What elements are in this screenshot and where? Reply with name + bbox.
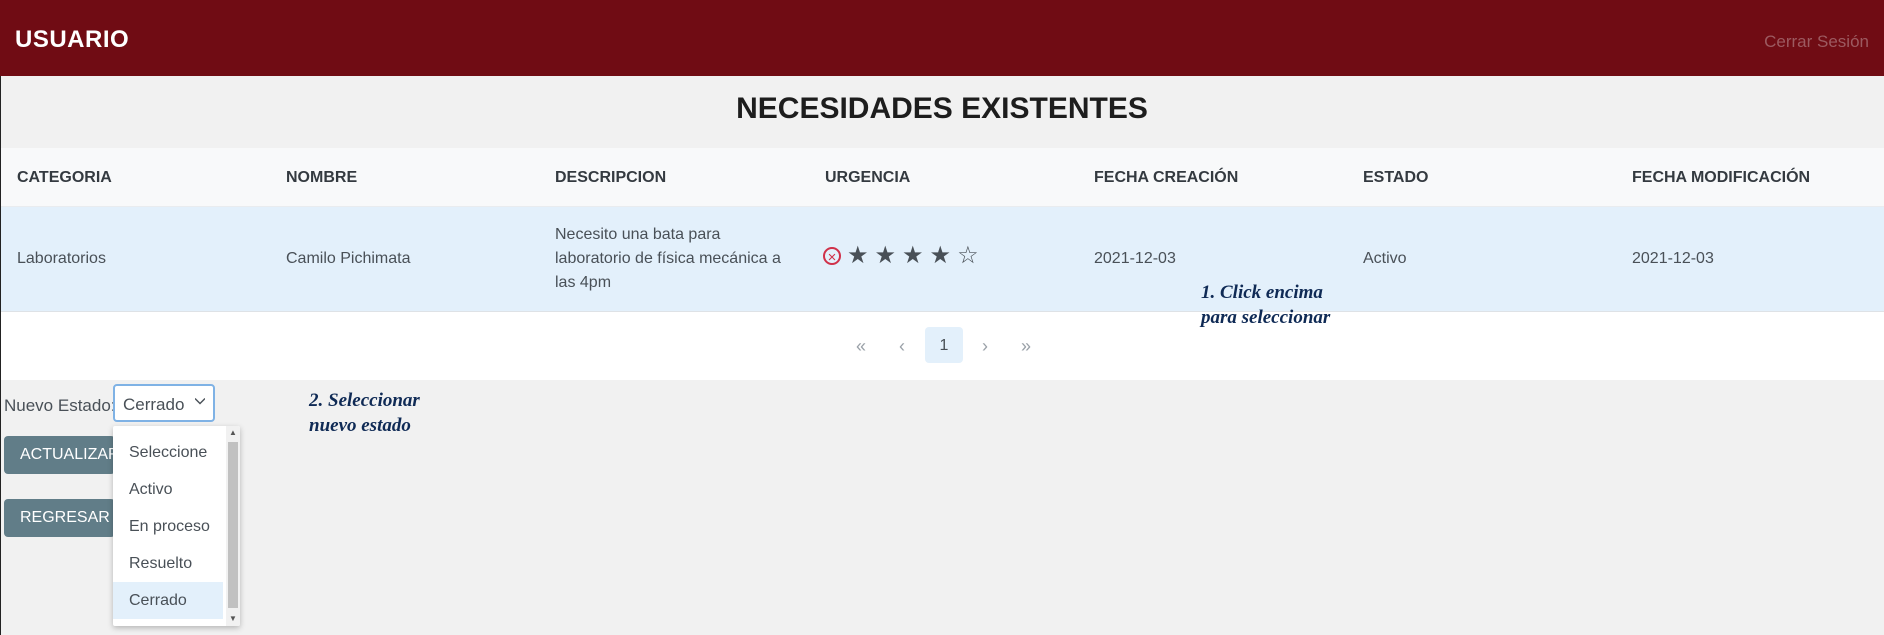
estado-dropdown-list: Seleccione Activo En proceso Resuelto Ce… [113, 426, 240, 626]
dropdown-scrollbar[interactable]: ▲ ▼ [226, 426, 240, 626]
brand-title: USUARIO [15, 26, 130, 53]
cell-nombre: Camilo Pichimata [286, 250, 411, 267]
nuevo-estado-label: Nuevo Estado: [4, 396, 116, 415]
column-header-estado: ESTADO [1363, 169, 1429, 186]
estado-select[interactable]: Cerrado [113, 384, 215, 422]
option-resuelto[interactable]: Resuelto [113, 545, 223, 582]
annotation-line: 2. Seleccionar [309, 390, 420, 411]
descripcion-line: Necesito una bata para [555, 226, 721, 243]
annotation-step-1: 1. Click encima para seleccionar [1201, 280, 1330, 330]
next-page-button[interactable]: › [967, 328, 1003, 364]
prev-page-button[interactable]: ‹ [884, 328, 920, 364]
descripcion-line: las 4pm [555, 274, 612, 291]
annotation-step-2: 2. Seleccionar nuevo estado [309, 388, 420, 438]
cell-categoria: Laboratorios [17, 250, 106, 267]
column-header-fecha-creacion: FECHA CREACIÓN [1094, 169, 1239, 186]
paginator: « ‹ 1 › » [1, 312, 1884, 380]
annotation-line: para seleccionar [1201, 307, 1331, 328]
first-page-button[interactable]: « [843, 328, 879, 364]
scroll-up-arrow-icon[interactable]: ▲ [228, 426, 238, 440]
star-filled-icon[interactable]: ★ [875, 244, 897, 268]
column-header-fecha-modificacion: FECHA MODIFICACIÓN [1632, 169, 1811, 186]
option-cerrado[interactable]: Cerrado [113, 582, 223, 619]
annotation-line: nuevo estado [309, 415, 411, 436]
descripcion-line: laboratorio de física mecánica a [555, 250, 781, 267]
cell-fecha-modificacion: 2021-12-03 [1632, 250, 1714, 267]
cell-fecha-creacion: 2021-12-03 [1094, 250, 1176, 267]
star-filled-icon[interactable]: ★ [930, 244, 952, 268]
cell-estado: Activo [1363, 250, 1407, 267]
last-page-button[interactable]: » [1008, 328, 1044, 364]
cell-descripcion: Necesito una bata para laboratorio de fí… [555, 223, 795, 295]
back-button[interactable]: REGRESAR [4, 499, 115, 537]
scroll-thumb[interactable] [228, 442, 238, 608]
option-seleccione[interactable]: Seleccione [113, 434, 223, 471]
page-number-button[interactable]: 1 [925, 327, 963, 363]
star-filled-icon[interactable]: ★ [902, 244, 924, 268]
cancel-circle-icon[interactable]: × [823, 247, 841, 266]
annotation-line: 1. Click encima [1201, 282, 1323, 303]
column-header-categoria: CATEGORIA [17, 169, 112, 186]
option-activo[interactable]: Activo [113, 471, 223, 508]
scroll-down-arrow-icon[interactable]: ▼ [228, 612, 238, 626]
star-filled-icon[interactable]: ★ [847, 244, 869, 268]
urgency-rating[interactable]: × ★ ★ ★ ★ ☆ [823, 244, 979, 268]
column-header-urgencia: URGENCIA [825, 169, 911, 186]
logout-link[interactable]: Cerrar Sesión [1764, 32, 1869, 52]
column-header-nombre: NOMBRE [286, 169, 358, 186]
update-button[interactable]: ACTUALIZAR [4, 436, 115, 474]
top-navbar: USUARIO Cerrar Sesión [0, 0, 1884, 76]
table-header: CATEGORIA NOMBRE DESCRIPCION URGENCIA FE… [1, 148, 1884, 207]
star-outline-icon[interactable]: ☆ [957, 244, 979, 268]
column-header-descripcion: DESCRIPCION [555, 169, 667, 186]
page-title: NECESIDADES EXISTENTES [736, 92, 1148, 125]
chevron-down-icon [195, 398, 205, 405]
table-row[interactable]: Laboratorios Camilo Pichimata Necesito u… [1, 207, 1884, 312]
option-en-proceso[interactable]: En proceso [113, 508, 223, 545]
estado-select-value: Cerrado [123, 395, 185, 414]
